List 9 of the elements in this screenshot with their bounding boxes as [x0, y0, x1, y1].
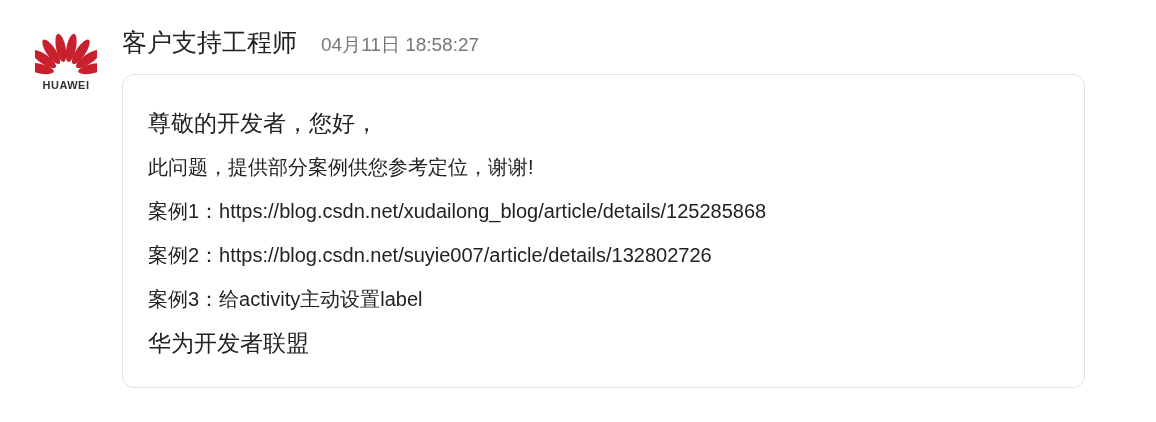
sender-name: 客户支持工程师 — [122, 27, 297, 58]
logo-text: HUAWEI — [41, 80, 91, 91]
message-line: 华为开发者联盟 — [148, 329, 310, 358]
message-line: 案例3：给activity主动设置label — [148, 287, 424, 312]
message-line: 此问题，提供部分案例供您参考定位，谢谢! — [148, 155, 535, 180]
message-line: 案例2：https://blog.csdn.net/suyie007/article/details/132802726 — [148, 243, 713, 268]
message-time: 04月11日 18:58:27 — [321, 33, 480, 57]
message-line: 案例1：https://blog.csdn.net/xudailong_blog/article/details/125285868 — [148, 199, 768, 225]
message-line: 尊敬的开发者，您好， — [148, 109, 379, 138]
